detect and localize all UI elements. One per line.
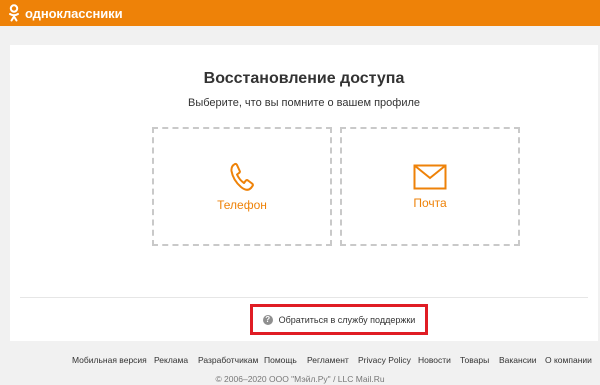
option-phone-label: Телефон [217,197,267,212]
footer-link-ads[interactable]: Реклама [154,355,188,365]
footer-link-developers[interactable]: Разработчикам [198,355,258,365]
help-icon: ? [262,314,273,325]
option-phone[interactable]: Телефон [152,127,332,246]
page-subtitle: Выберите, что вы помните о вашем профиле [187,97,420,109]
support-link-label: Обратиться в службу поддержки [278,314,416,325]
ok-logo-icon[interactable] [8,4,20,22]
footer-link-news[interactable]: Новости [418,355,451,365]
option-mail-label: Почта [413,195,447,210]
footer-link-goods[interactable]: Товары [460,355,489,365]
footer-link-jobs[interactable]: Вакансии [499,355,536,365]
phone-icon [230,162,254,191]
page-title: Восстановление доступа [203,70,405,87]
footer-link-rules[interactable]: Регламент [307,355,349,365]
footer-link-privacy[interactable]: Privacy Policy [358,355,411,365]
recovery-card: Восстановление доступа Выберите, что вы … [10,45,598,341]
support-highlight-box: ? Обратиться в службу поддержки [250,304,428,335]
footer-link-mobile[interactable]: Мобильная версия [72,355,147,365]
support-link[interactable]: ? Обратиться в службу поддержки [262,314,416,325]
divider [20,297,588,298]
option-mail[interactable]: Почта [340,127,520,246]
footer-link-help[interactable]: Помощь [264,355,297,365]
copyright: © 2006–2020 ООО "Мэйл.Ру" / LLC Mail.Ru [215,374,385,384]
top-bar: одноклассники [0,0,600,26]
footer-link-about[interactable]: О компании [545,355,592,365]
mail-icon [413,164,447,189]
logo-text[interactable]: одноклассники [25,6,123,21]
